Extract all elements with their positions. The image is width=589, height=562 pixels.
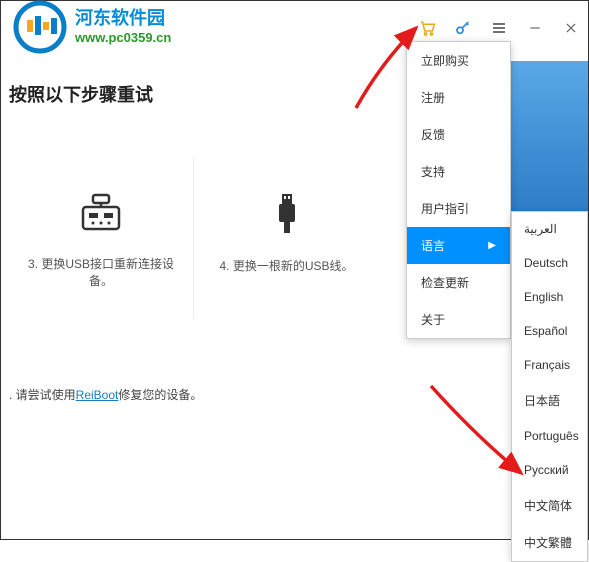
minimize-icon[interactable] xyxy=(526,19,544,37)
menu-support[interactable]: 支持 xyxy=(407,153,510,190)
lang-portuguese[interactable]: Português xyxy=(512,419,587,453)
menu-feedback[interactable]: 反馈 xyxy=(407,116,510,153)
main-dropdown-menu: 立即购买 注册 反馈 支持 用户指引 语言 ▶ 检查更新 关于 xyxy=(406,41,511,339)
menu-about[interactable]: 关于 xyxy=(407,301,510,338)
app-logo: 河东软件园 www.pc0359.cn xyxy=(9,0,171,54)
footer-hint: . 请尝试使用ReiBoot修复您的设备。 xyxy=(9,386,202,403)
close-icon[interactable] xyxy=(562,19,580,37)
cart-icon[interactable] xyxy=(418,19,436,37)
step-card-3: 3. 更换USB接口重新连接设备。 xyxy=(9,157,194,319)
menu-register[interactable]: 注册 xyxy=(407,79,510,116)
chevron-right-icon: ▶ xyxy=(488,240,496,251)
language-submenu: العربية Deutsch English Español Français… xyxy=(511,211,588,562)
step-card-4: 4. 更换一根新的USB线。 xyxy=(194,157,379,319)
desktop-background xyxy=(511,61,588,211)
menu-user-guide[interactable]: 用户指引 xyxy=(407,190,510,227)
lang-japanese[interactable]: 日本語 xyxy=(512,382,587,419)
lang-english[interactable]: English xyxy=(512,280,587,314)
logo-title: 河东软件园 xyxy=(75,4,171,30)
logo-url: www.pc0359.cn xyxy=(75,30,171,45)
step-3-text: 3. 更换USB接口重新连接设备。 xyxy=(19,255,183,289)
reiboot-link[interactable]: ReiBoot xyxy=(76,388,119,402)
step-4-text: 4. 更换一根新的USB线。 xyxy=(204,257,369,274)
menu-check-update[interactable]: 检查更新 xyxy=(407,264,510,301)
usb-hub-icon xyxy=(19,193,183,231)
lang-german[interactable]: Deutsch xyxy=(512,246,587,280)
lang-arabic[interactable]: العربية xyxy=(512,212,587,246)
menu-language[interactable]: 语言 ▶ xyxy=(407,227,510,264)
lang-chinese-traditional[interactable]: 中文繁體 xyxy=(512,524,587,561)
lang-spanish[interactable]: Español xyxy=(512,314,587,348)
hamburger-menu-icon[interactable] xyxy=(490,19,508,37)
key-icon[interactable] xyxy=(454,19,472,37)
lang-french[interactable]: Français xyxy=(512,348,587,382)
lang-chinese-simplified[interactable]: 中文简体 xyxy=(512,487,587,524)
lang-russian[interactable]: Русский xyxy=(512,453,587,487)
usb-cable-icon xyxy=(204,193,369,233)
menu-buy-now[interactable]: 立即购买 xyxy=(407,42,510,79)
